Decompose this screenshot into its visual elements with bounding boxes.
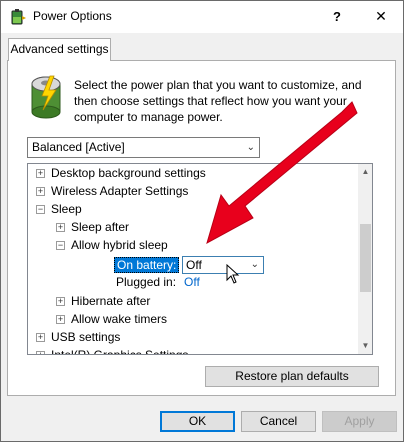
close-button[interactable]: ✕ — [359, 1, 403, 31]
plugged-in-value[interactable]: Off — [184, 275, 200, 289]
cancel-button[interactable]: Cancel — [241, 411, 316, 432]
tree-scrollbar[interactable]: ▲ ▼ — [358, 164, 372, 354]
tree-item-label: USB settings — [51, 330, 121, 344]
plugged-in-label: Plugged in: — [116, 275, 177, 289]
tree-item-label: Intel(R) Graphics Settings — [51, 348, 189, 355]
chevron-down-icon: ⌄ — [246, 142, 255, 153]
power-options-window: Power Options ? ✕ Advanced settings Sele… — [0, 0, 404, 442]
expand-icon[interactable]: + — [56, 297, 65, 306]
expand-icon[interactable]: + — [36, 187, 45, 196]
tree-content: + Desktop background settings + Wireless… — [28, 164, 358, 355]
battery-icon — [31, 75, 61, 119]
tree-item-label: Allow hybrid sleep — [71, 238, 168, 252]
apply-button[interactable]: Apply — [322, 411, 397, 432]
help-button[interactable]: ? — [315, 1, 359, 31]
chevron-down-icon: ⌄ — [250, 259, 259, 270]
expand-icon[interactable]: + — [36, 169, 45, 178]
tree-item-label: Sleep after — [71, 220, 130, 234]
title-bar[interactable]: Power Options ? ✕ — [1, 1, 403, 33]
scrollbar-thumb[interactable] — [360, 224, 371, 292]
tree-item-label: Allow wake timers — [71, 312, 168, 326]
scroll-up-icon[interactable]: ▲ — [358, 164, 372, 180]
on-battery-select[interactable]: Off ⌄ — [182, 256, 264, 274]
power-plan-select[interactable]: Balanced [Active] ⌄ — [27, 137, 260, 158]
expand-icon[interactable]: + — [36, 333, 45, 342]
on-battery-value: Off — [186, 258, 202, 272]
tree-item-label: Hibernate after — [71, 294, 151, 308]
expand-icon[interactable]: + — [56, 223, 65, 232]
on-battery-label: On battery: — [114, 257, 180, 273]
power-options-icon — [11, 9, 26, 25]
tree-item-label: Desktop background settings — [51, 166, 206, 180]
tree-item-label: Sleep — [51, 202, 82, 216]
power-plan-value: Balanced [Active] — [32, 140, 125, 154]
tab-advanced-settings[interactable]: Advanced settings — [8, 38, 111, 61]
scroll-down-icon[interactable]: ▼ — [358, 338, 372, 354]
expand-icon[interactable]: + — [56, 315, 65, 324]
window-title: Power Options — [33, 9, 112, 23]
description-text: Select the power plan that you want to c… — [74, 78, 362, 124]
tree-item-label: Wireless Adapter Settings — [51, 184, 189, 198]
restore-plan-defaults-button[interactable]: Restore plan defaults — [205, 366, 379, 387]
ok-button[interactable]: OK — [160, 411, 235, 432]
collapse-icon[interactable]: − — [36, 205, 45, 214]
collapse-icon[interactable]: − — [56, 241, 65, 250]
expand-icon[interactable]: + — [36, 351, 45, 354]
settings-tree[interactable]: + Desktop background settings + Wireless… — [27, 163, 373, 355]
mouse-cursor-icon — [226, 264, 240, 284]
